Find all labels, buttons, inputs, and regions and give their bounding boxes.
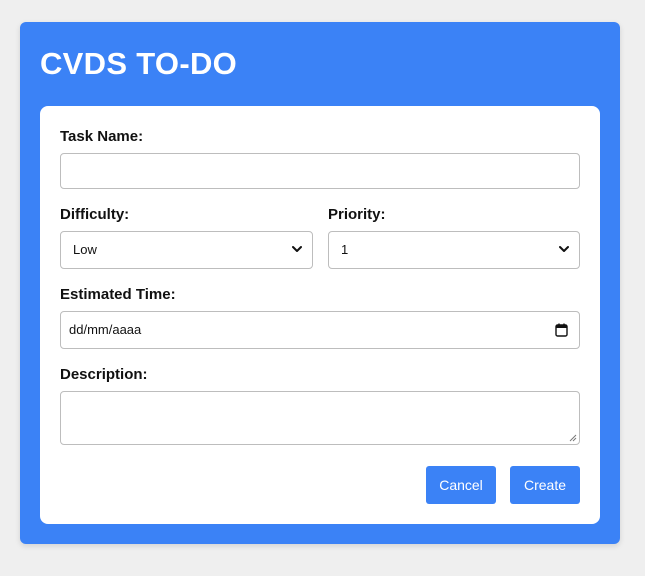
cancel-button[interactable]: Cancel xyxy=(426,466,496,504)
difficulty-select[interactable]: Low xyxy=(60,231,313,269)
calendar-icon[interactable] xyxy=(555,323,568,337)
estimated-time-date-input[interactable]: dd/mm/aaaa xyxy=(60,311,580,349)
priority-select[interactable]: 1 xyxy=(328,231,580,269)
description-label: Description: xyxy=(60,366,148,383)
resize-handle-icon[interactable] xyxy=(569,434,577,442)
chevron-down-icon xyxy=(559,246,569,252)
create-task-form: Task Name: Difficulty: Low Priority: 1 E… xyxy=(40,106,600,524)
estimated-time-placeholder: dd/mm/aaaa xyxy=(69,322,142,337)
todo-app-panel: CVDS TO-DO Task Name: Difficulty: Low Pr… xyxy=(20,22,620,544)
difficulty-label: Difficulty: xyxy=(60,206,130,223)
create-button[interactable]: Create xyxy=(510,466,580,504)
task-name-input[interactable] xyxy=(60,153,580,189)
estimated-time-label: Estimated Time: xyxy=(60,286,176,303)
priority-label: Priority: xyxy=(328,206,386,223)
difficulty-selected-value: Low xyxy=(73,242,97,257)
chevron-down-icon xyxy=(292,246,302,252)
description-textarea[interactable] xyxy=(60,391,580,445)
task-name-label: Task Name: xyxy=(60,128,144,145)
app-title: CVDS TO-DO xyxy=(40,46,238,81)
priority-selected-value: 1 xyxy=(341,242,349,257)
